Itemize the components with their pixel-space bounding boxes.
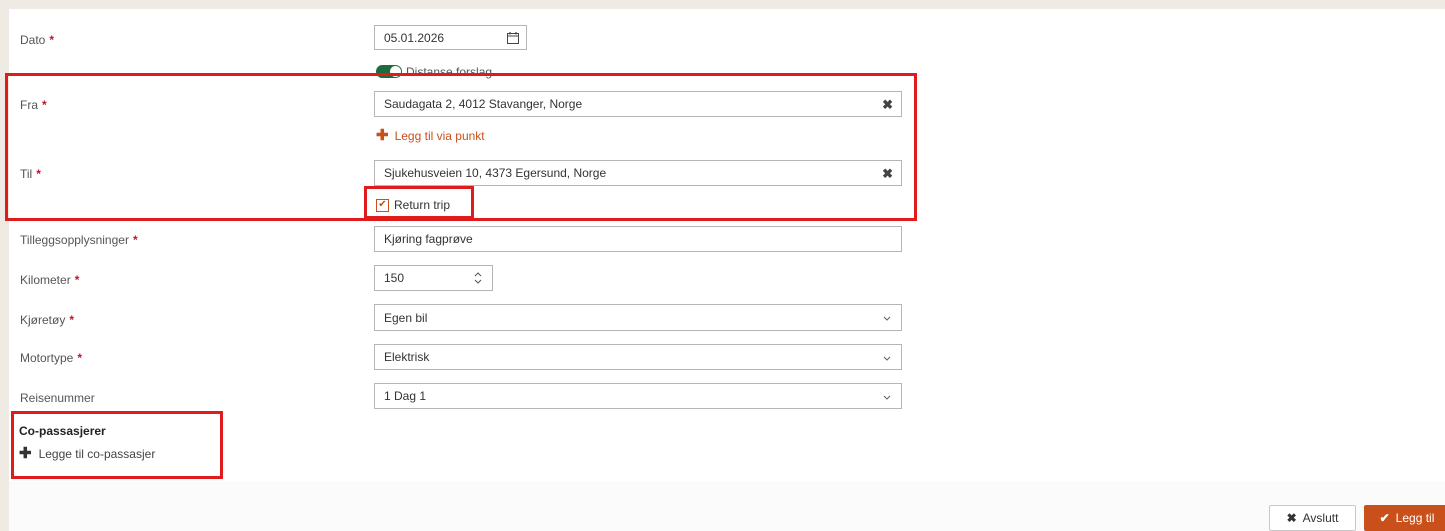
additional-info-input[interactable]: Kjøring fagprøve (374, 226, 902, 252)
chevron-down-icon (883, 356, 891, 361)
close-icon: ✖ (1286, 511, 1297, 525)
tillegg-label: Tilleggsopplysninger * (20, 233, 138, 247)
kilometer-label: Kilometer * (20, 273, 80, 287)
date-input[interactable]: 05.01.2026 (374, 25, 527, 50)
chevron-down-icon (883, 395, 891, 400)
dato-label: Dato * (20, 33, 55, 47)
highlight-co-passengers-box (11, 411, 223, 479)
chevron-down-icon (883, 316, 891, 321)
trip-number-select[interactable]: 1 Dag 1 (374, 383, 902, 409)
check-icon: ✔ (1379, 511, 1390, 525)
cancel-button[interactable]: ✖ Avslutt (1269, 505, 1356, 531)
motortype-label: Motortype * (20, 351, 83, 365)
highlight-return-trip-box (364, 186, 474, 219)
reisenummer-label: Reisenummer (20, 391, 95, 405)
add-button[interactable]: ✔ Legg til (1364, 505, 1445, 531)
calendar-icon[interactable] (507, 32, 519, 44)
motor-type-select[interactable]: Elektrisk (374, 344, 902, 370)
kilometer-stepper[interactable]: 150 (374, 265, 493, 291)
footer-bar (9, 481, 1445, 531)
stepper-arrows-icon[interactable] (474, 271, 482, 285)
kjoretoy-label: Kjøretøy * (20, 313, 75, 327)
vehicle-select[interactable]: Egen bil (374, 304, 902, 331)
